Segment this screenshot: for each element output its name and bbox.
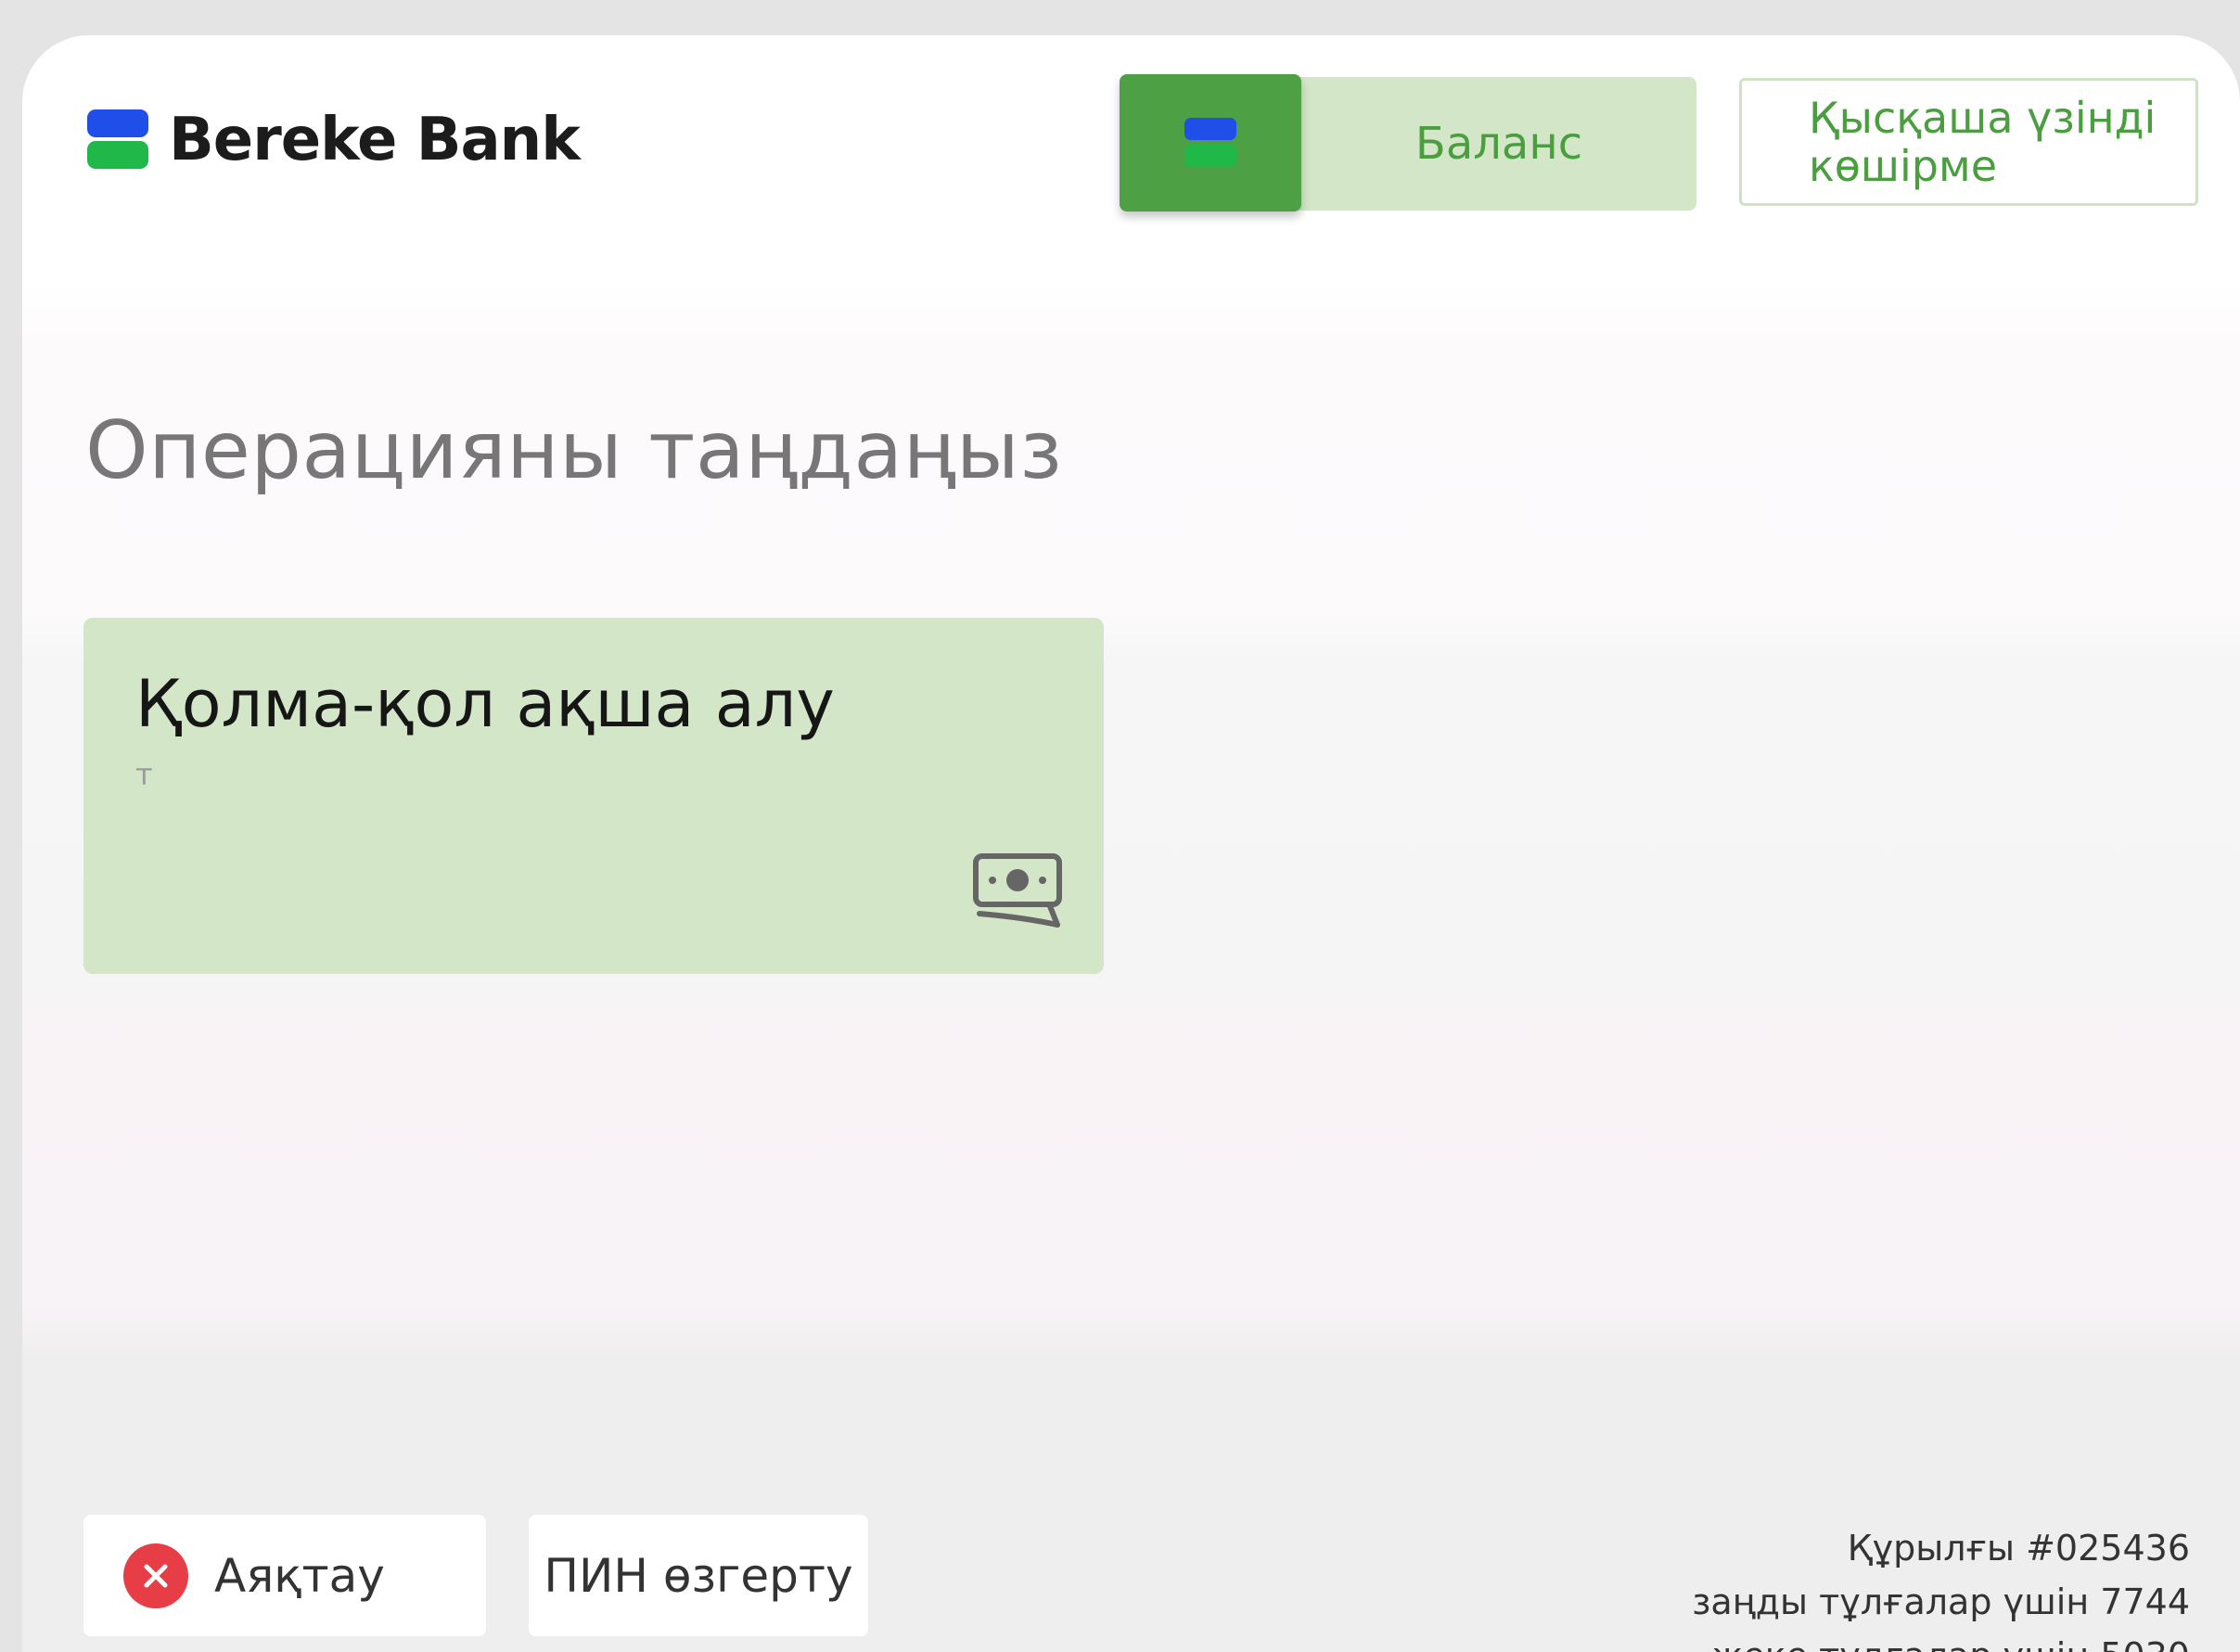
atm-screen: Bereke Bank Баланс Қысқаша үзінді көшірм… <box>22 35 2240 1652</box>
operation-subtitle: т <box>135 757 153 792</box>
device-id: Құрылғы #025436 <box>1847 1528 2190 1569</box>
bereke-logo-icon <box>87 109 148 171</box>
balance-label: Баланс <box>1414 118 1583 170</box>
change-pin-button[interactable]: ПИН өзгерту <box>529 1515 868 1636</box>
close-circle-icon <box>123 1543 188 1608</box>
individuals-phone: жеке тұлғалар үшін 5030 <box>1692 1629 2190 1652</box>
change-pin-label: ПИН өзгерту <box>544 1548 853 1603</box>
finish-button[interactable]: Аяқтау <box>83 1515 486 1636</box>
mini-statement-button[interactable]: Қысқаша үзінді көшірме <box>1739 78 2198 206</box>
page-title: Операцияны таңдаңыз <box>85 404 1063 497</box>
balance-icon-box <box>1120 74 1301 211</box>
mini-statement-label-line2: көшірме <box>1809 141 1998 191</box>
legal-entities-phone: заңды тұлғалар үшін 7744 <box>1692 1582 2190 1622</box>
finish-label: Аяқтау <box>214 1548 385 1603</box>
bank-name: Bereke Bank <box>169 106 581 174</box>
balance-button[interactable]: Баланс <box>1120 74 1696 211</box>
mini-statement-label-line1: Қысқаша үзінді <box>1809 93 2157 143</box>
cash-icon <box>973 853 1062 928</box>
bereke-logo-icon <box>1184 118 1236 168</box>
cash-withdrawal-card[interactable]: Қолма-қол ақша алу т <box>83 618 1104 974</box>
device-info: Құрылғы #025436 заңды тұлғалар үшін 7744… <box>1692 1521 2190 1652</box>
operation-title: Қолма-қол ақша алу <box>135 666 835 742</box>
bank-logo: Bereke Bank <box>87 106 581 174</box>
